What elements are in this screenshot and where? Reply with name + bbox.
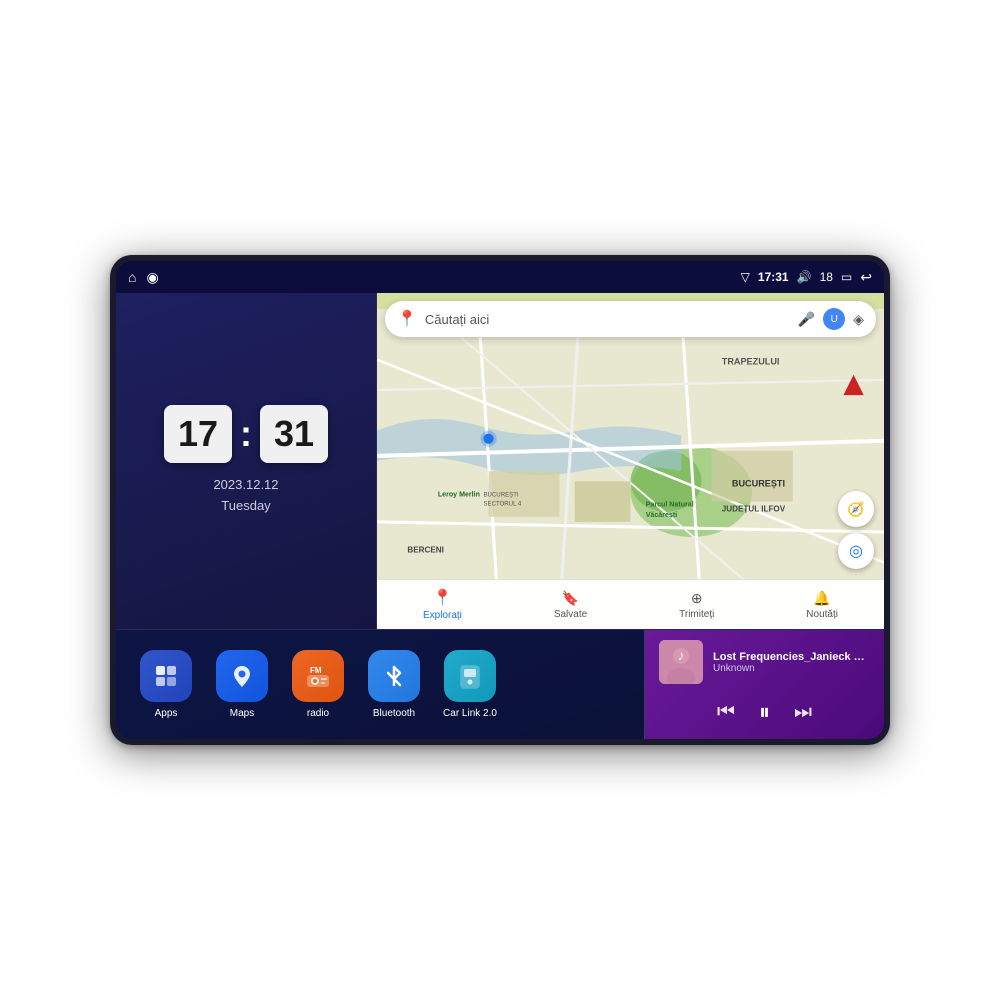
music-artist: Unknown [713,663,870,674]
status-right: ▽ 17:31 🔊 18 ▭ ↩ [741,269,872,286]
map-nav-share[interactable]: ⊕ Trimiteți [679,590,714,620]
explore-icon: 📍 [432,588,452,608]
voice-search-icon[interactable]: 🎤 [798,311,815,328]
carlink-icon [444,650,496,702]
app-bluetooth[interactable]: Bluetooth [364,650,424,719]
next-button[interactable]: ⏭ [794,701,812,724]
svg-text:Văcărești: Văcărești [646,511,678,519]
google-maps-pin-icon: 📍 [397,309,417,329]
status-bar: ⌂ ◉ ▽ 17:31 🔊 18 ▭ ↩ [116,261,884,293]
bluetooth-label: Bluetooth [373,708,415,719]
map-search-bar[interactable]: 📍 Căutați aici 🎤 U ◈ [385,301,876,337]
prev-button[interactable]: ⏮ [717,701,735,724]
play-pause-button[interactable]: ⏸ [759,699,770,725]
clock-display: 17 : 31 [164,405,328,463]
svg-text:TRAPEZULUI: TRAPEZULUI [722,357,780,367]
map-nav-saved[interactable]: 🔖 Salvate [554,590,587,620]
clock-hours: 17 [164,405,232,463]
apps-label: Apps [155,708,178,719]
device-screen: ⌂ ◉ ▽ 17:31 🔊 18 ▭ ↩ 17 : [116,261,884,739]
share-label: Trimiteți [679,609,714,620]
bluetooth-icon [368,650,420,702]
saved-label: Salvate [554,609,587,620]
radio-icon: FM [292,650,344,702]
svg-text:FM: FM [310,666,322,675]
signal-icon: ▽ [741,270,750,284]
volume-level: 18 [820,270,833,284]
clock-colon: : [240,413,252,455]
music-title: Lost Frequencies_Janieck Devy-... [713,651,870,663]
saved-icon: 🔖 [562,590,579,607]
map-panel[interactable]: TRAPEZULUI BUCUREȘTI JUDEȚUL ILFOV BERCE… [376,293,884,629]
map-search-icons: 🎤 U ◈ [798,308,864,330]
svg-text:SECTORUL 4: SECTORUL 4 [483,501,521,508]
music-controls: ⏮ ⏸ ⏭ [659,699,870,729]
svg-text:♪: ♪ [678,647,685,663]
back-icon[interactable]: ↩ [860,269,872,286]
apps-area: Apps Maps [116,630,644,739]
svg-text:BERCENI: BERCENI [407,545,443,554]
status-time: 17:31 [758,270,789,284]
top-section: 17 : 31 2023.12.12 Tuesday [116,293,884,629]
music-info: Lost Frequencies_Janieck Devy-... Unknow… [713,651,870,674]
app-radio[interactable]: FM radio [288,650,348,719]
volume-icon: 🔊 [797,270,812,284]
clock-panel: 17 : 31 2023.12.12 Tuesday [116,293,376,629]
layers-icon[interactable]: ◈ [853,311,864,328]
location-button[interactable]: ◎ [838,533,874,569]
news-icon: 🔔 [813,590,830,607]
map-nav-news[interactable]: 🔔 Noutăți [806,590,838,620]
home-icon[interactable]: ⌂ [128,269,136,285]
battery-icon: ▭ [841,270,852,284]
maps-icon [216,650,268,702]
location-icon: ◎ [849,541,863,561]
explore-label: Explorați [423,610,462,621]
clock-date: 2023.12.12 Tuesday [213,475,278,517]
share-icon: ⊕ [691,590,703,607]
device: ⌂ ◉ ▽ 17:31 🔊 18 ▭ ↩ 17 : [110,255,890,745]
compass-icon: 🧭 [847,501,864,518]
compass-button[interactable]: 🧭 [838,491,874,527]
svg-text:BUCUREȘTI: BUCUREȘTI [483,491,518,498]
maps-pin-icon[interactable]: ◉ [146,269,158,286]
app-apps[interactable]: Apps [136,650,196,719]
svg-text:BUCUREȘTI: BUCUREȘTI [732,478,785,488]
map-nav-explore[interactable]: 📍 Explorați [423,588,462,621]
status-left-icons: ⌂ ◉ [128,269,159,286]
svg-text:JUDEȚUL ILFOV: JUDEȚUL ILFOV [722,505,786,514]
map-bottom-nav: 📍 Explorați 🔖 Salvate ⊕ Trimiteți 🔔 [377,579,884,629]
map-search-text[interactable]: Căutați aici [425,312,790,327]
clock-minutes: 31 [260,405,328,463]
news-label: Noutăți [806,609,838,620]
main-content: 17 : 31 2023.12.12 Tuesday [116,293,884,739]
radio-label: radio [307,708,329,719]
app-maps[interactable]: Maps [212,650,272,719]
music-top: ♪ Lost Frequencies_Janieck Devy-... Unkn… [659,640,870,684]
maps-label: Maps [230,708,254,719]
bottom-section: Apps Maps [116,629,884,739]
music-player: ♪ Lost Frequencies_Janieck Devy-... Unkn… [644,630,884,739]
app-carlink[interactable]: Car Link 2.0 [440,650,500,719]
apps-icon [140,650,192,702]
svg-text:Parcul Natural: Parcul Natural [646,501,694,509]
album-art: ♪ [659,640,703,684]
user-avatar[interactable]: U [823,308,845,330]
svg-text:Leroy Merlin: Leroy Merlin [438,490,480,498]
carlink-label: Car Link 2.0 [443,708,497,719]
